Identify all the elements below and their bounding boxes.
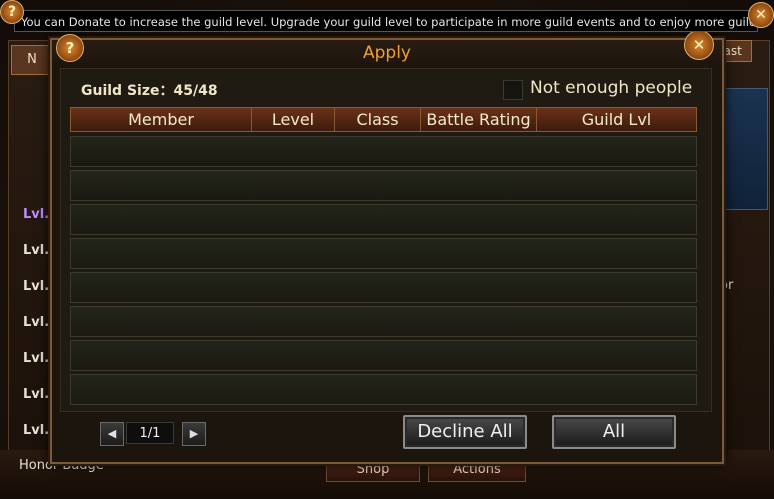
background-lvl-label: Lvl. [23, 207, 50, 222]
help-icon[interactable]: ? [0, 0, 24, 24]
table-row[interactable] [70, 374, 697, 405]
background-lvl-label: Lvl. [23, 243, 50, 258]
table-row[interactable] [70, 272, 697, 303]
table-row[interactable] [70, 340, 697, 371]
column-battle-rating[interactable]: Battle Rating [421, 108, 537, 131]
table-row[interactable] [70, 204, 697, 235]
page-indicator: 1/1 [126, 422, 174, 444]
dialog-title: Apply [52, 40, 722, 66]
background-lvl-label: Lvl. [23, 279, 50, 294]
table-row[interactable] [70, 238, 697, 269]
applicant-table-header: Member Level Class Battle Rating Guild L… [70, 107, 697, 132]
close-icon[interactable]: ✕ [748, 2, 774, 28]
applicant-table-body [70, 136, 697, 408]
column-guild-lvl[interactable]: Guild Lvl [537, 108, 696, 131]
background-tab-n[interactable]: N [11, 45, 53, 75]
background-lvl-label: Lvl. [23, 387, 50, 402]
guild-level-tooltip: You can Donate to increase the guild lev… [14, 10, 758, 32]
column-level[interactable]: Level [252, 108, 335, 131]
not-enough-people-label: Not enough people [530, 78, 693, 98]
background-lvl-label: Lvl. [23, 423, 50, 438]
prev-page-icon[interactable]: ◀ [100, 422, 124, 446]
next-page-icon[interactable]: ▶ [182, 422, 206, 446]
table-row[interactable] [70, 136, 697, 167]
decline-all-button[interactable]: Decline All [403, 415, 527, 449]
column-class[interactable]: Class [335, 108, 421, 131]
guild-size-label: Guild Size：45/48 [81, 83, 218, 99]
table-row[interactable] [70, 170, 697, 201]
column-member[interactable]: Member [71, 108, 252, 131]
dialog-help-icon[interactable]: ? [56, 34, 84, 62]
table-row[interactable] [70, 306, 697, 337]
accept-all-button[interactable]: All [552, 415, 676, 449]
dialog-close-icon[interactable]: ✕ [684, 30, 714, 60]
right-banner [718, 88, 768, 210]
background-lvl-label: Lvl. [23, 351, 50, 366]
not-enough-people-checkbox[interactable] [503, 80, 523, 100]
background-lvl-label: Lvl. [23, 315, 50, 330]
